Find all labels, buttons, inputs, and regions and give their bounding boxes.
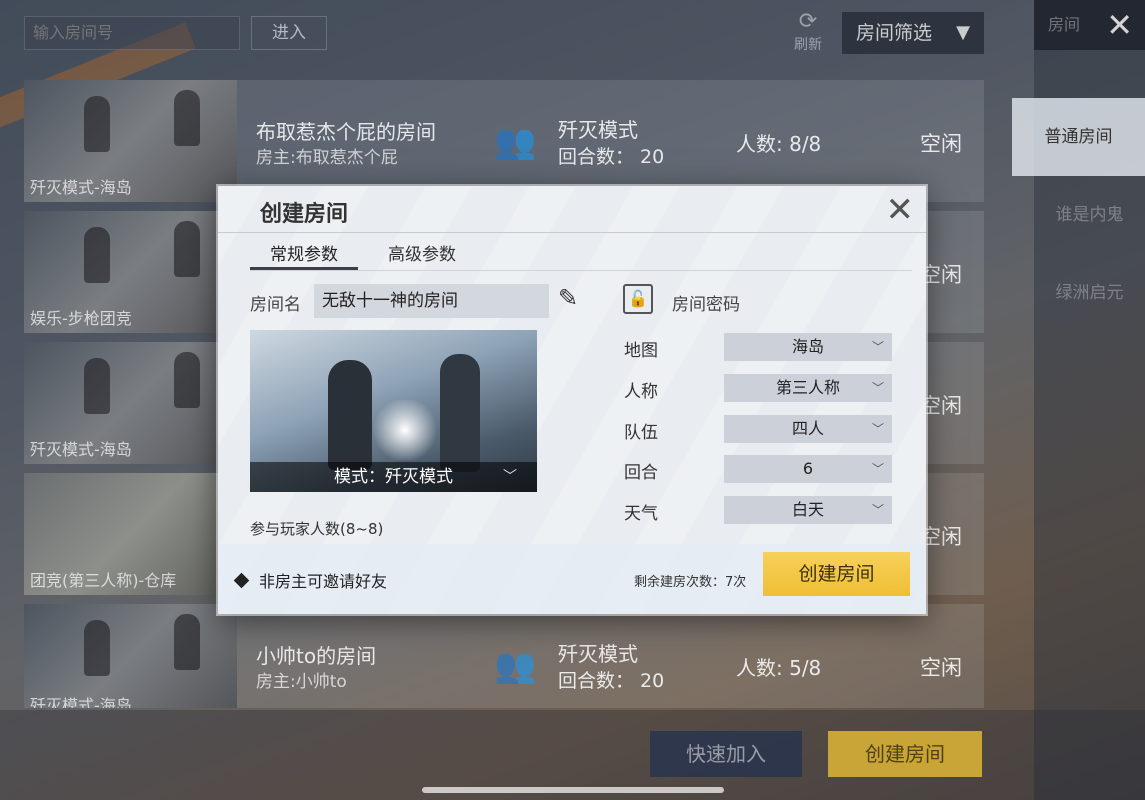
room-thumbnail: 歼灭模式-海岛	[24, 80, 237, 202]
room-owner: 房主:布取惹杰个屁	[256, 148, 398, 168]
top-bar: 进入 ⟳ 刷新 房间筛选 ▼	[0, 0, 1145, 66]
option-label-perspective: 人称	[624, 382, 658, 402]
refresh-label: 刷新	[794, 37, 822, 53]
room-name: 小帅to的房间	[256, 644, 377, 668]
enter-button[interactable]: 进入	[251, 16, 327, 50]
room-player-count: 人数: 5/8	[736, 656, 822, 680]
soldier-figure	[328, 360, 372, 470]
side-panel-title: 房间	[1048, 15, 1081, 34]
mode-selector-bar: 模式：歼灭模式 ﹀	[250, 462, 537, 492]
option-label-team: 队伍	[624, 423, 658, 443]
option-label-map: 地图	[624, 341, 658, 361]
room-thumbnail-label: 歼灭模式-海岛	[30, 440, 132, 459]
team-select[interactable]: 四人 ﹀	[724, 415, 892, 443]
room-thumbnail: 歼灭模式-海岛	[24, 342, 237, 464]
home-indicator[interactable]	[422, 787, 724, 793]
room-owner: 房主:小帅to	[256, 672, 347, 692]
room-name-field[interactable]: 无敌十一神的房间	[314, 284, 549, 318]
chevron-down-icon: ﹀	[871, 503, 884, 517]
room-status: 空闲	[920, 656, 962, 680]
perspective-value: 第三人称	[775, 378, 840, 397]
chevron-down-icon: ﹀	[503, 469, 517, 485]
tab-oasis[interactable]: 绿洲启元	[1034, 254, 1145, 332]
close-icon[interactable]: ✕	[1106, 0, 1133, 50]
tab-normal-room[interactable]: 普通房间	[1012, 98, 1145, 176]
refresh-button[interactable]: ⟳ 刷新	[786, 10, 830, 54]
rounds-select[interactable]: 6 ﹀	[724, 455, 892, 483]
diamond-icon	[233, 572, 250, 589]
chevron-down-icon: ﹀	[871, 462, 884, 476]
dialog-create-room-button[interactable]: 创建房间	[763, 552, 910, 596]
room-row[interactable]: 歼灭模式-海岛 布取惹杰个屁的房间 房主:布取惹杰个屁 👥 歼灭模式 回合数： …	[24, 80, 984, 202]
team-icon: 👥	[494, 122, 537, 162]
create-room-dialog: 创建房间 ✕ 常规参数 高级参数 房间名 无敌十一神的房间 ✎ 🔓 房间密码 模…	[218, 186, 926, 614]
side-panel: 房间 ✕ 普通房间 谁是内鬼 绿洲启元	[1012, 0, 1145, 800]
team-icon: 👥	[494, 646, 537, 686]
divider	[250, 270, 912, 271]
chevron-down-icon: ﹀	[871, 422, 884, 436]
chevron-down-icon: ﹀	[871, 381, 884, 395]
map-value: 海岛	[791, 337, 824, 356]
room-number-input[interactable]	[24, 16, 240, 50]
room-mode: 歼灭模式	[558, 642, 638, 666]
unlock-icon[interactable]: 🔓	[623, 284, 653, 314]
room-status: 空闲	[920, 263, 962, 287]
chevron-down-icon: ▼	[956, 22, 970, 43]
mode-label: 模式：歼灭模式	[334, 467, 453, 487]
team-value: 四人	[791, 419, 824, 438]
room-status: 空闲	[920, 394, 962, 418]
tab-general-params[interactable]: 常规参数	[250, 240, 358, 270]
room-thumbnail-label: 团竞(第三人称)-仓库	[30, 571, 177, 590]
weather-value: 白天	[791, 500, 824, 519]
room-thumbnail-label: 歼灭模式-海岛	[30, 696, 132, 708]
option-label-weather: 天气	[624, 504, 658, 524]
option-label-rounds: 回合	[624, 463, 658, 483]
chevron-down-icon: ﹀	[871, 340, 884, 354]
map-select[interactable]: 海岛 ﹀	[724, 333, 892, 361]
remaining-count: 剩余建房次数：7次	[634, 575, 747, 590]
rounds-value: 6	[802, 459, 814, 478]
room-rounds: 回合数： 20	[558, 146, 665, 168]
perspective-select[interactable]: 第三人称 ﹀	[724, 374, 892, 402]
invite-toggle[interactable]: 非房主可邀请好友	[233, 568, 388, 592]
room-status: 空闲	[920, 132, 962, 156]
invite-label: 非房主可邀请好友	[259, 572, 388, 591]
close-icon[interactable]: ✕	[886, 188, 915, 232]
refresh-icon: ⟳	[798, 9, 818, 34]
tab-who-is-impostor[interactable]: 谁是内鬼	[1034, 176, 1145, 254]
room-thumbnail: 娱乐-步枪团竞	[24, 211, 237, 333]
room-status: 空闲	[920, 525, 962, 549]
players-range-label: 参与玩家人数(8~8)	[250, 520, 384, 538]
room-name-label: 房间名	[250, 295, 301, 315]
room-thumbnail: 团竞(第三人称)-仓库	[24, 473, 237, 595]
create-room-button[interactable]: 创建房间	[828, 731, 982, 777]
dialog-title: 创建房间	[260, 202, 349, 227]
room-thumbnail-label: 娱乐-步枪团竞	[30, 309, 132, 328]
edit-icon[interactable]: ✎	[558, 284, 578, 312]
room-thumbnail-label: 歼灭模式-海岛	[30, 178, 132, 197]
room-row[interactable]: 歼灭模式-海岛 小帅to的房间 房主:小帅to 👥 歼灭模式 回合数： 20 人…	[24, 604, 984, 708]
room-password-label[interactable]: 房间密码	[672, 290, 740, 315]
side-panel-header: 房间 ✕	[1034, 0, 1145, 50]
room-filter-label: 房间筛选	[856, 22, 933, 44]
room-thumbnail: 歼灭模式-海岛	[24, 604, 237, 708]
room-name: 布取惹杰个屁的房间	[256, 120, 436, 144]
divider	[218, 232, 926, 233]
weather-select[interactable]: 白天 ﹀	[724, 496, 892, 524]
room-mode: 歼灭模式	[558, 118, 638, 142]
room-filter-dropdown[interactable]: 房间筛选 ▼	[842, 12, 984, 54]
room-player-count: 人数: 8/8	[736, 132, 822, 156]
quick-join-button[interactable]: 快速加入	[650, 731, 802, 777]
soldier-figure	[440, 354, 480, 472]
room-rounds: 回合数： 20	[558, 670, 665, 692]
tab-advanced-params[interactable]: 高级参数	[368, 240, 476, 270]
mode-selector[interactable]: 模式：歼灭模式 ﹀	[250, 330, 537, 492]
